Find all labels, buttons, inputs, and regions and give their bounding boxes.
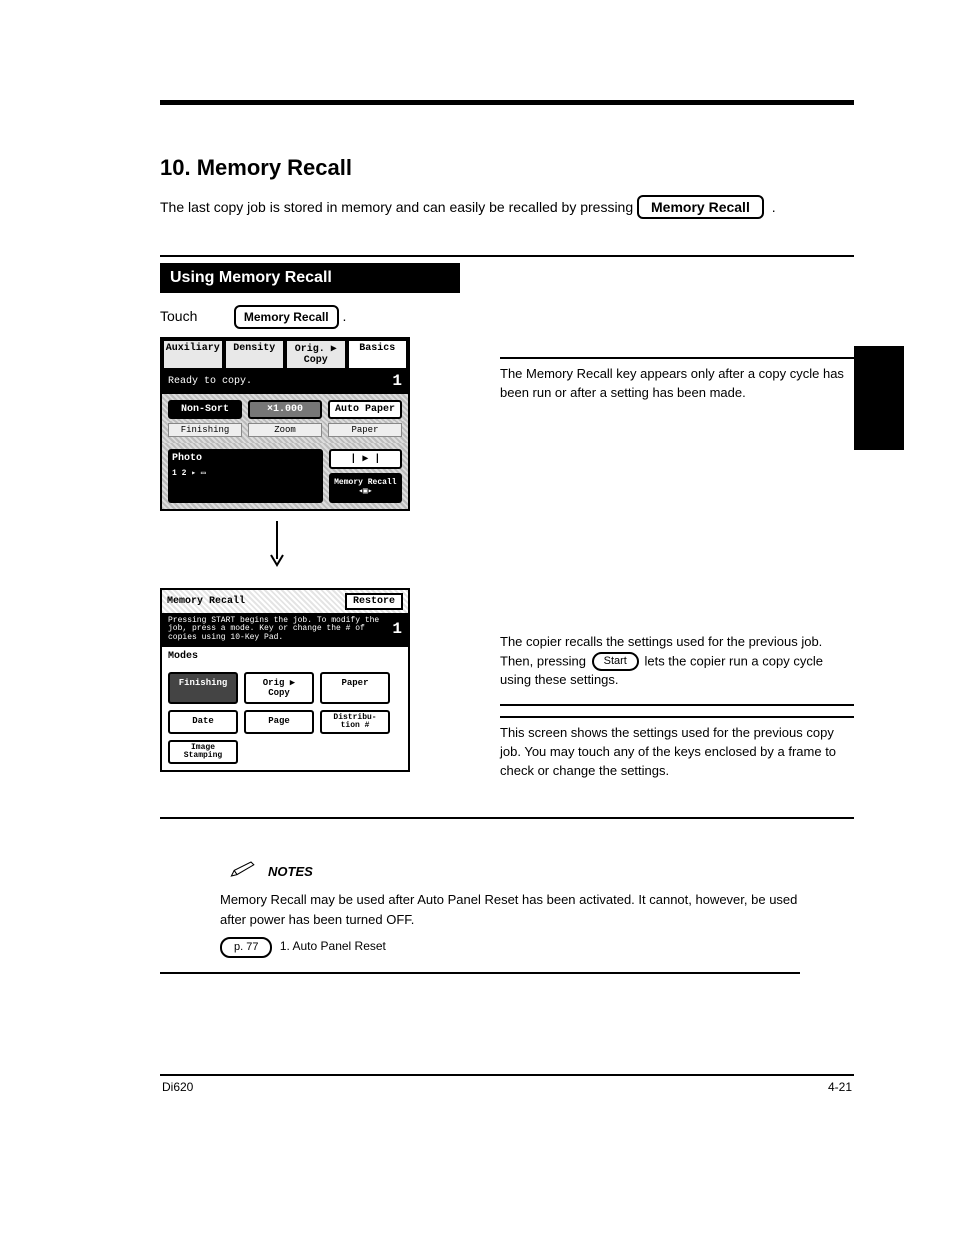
chapter-subtitle-suffix: .: [772, 199, 776, 215]
notes-bottom-rule: [160, 972, 800, 974]
label-finishing[interactable]: Finishing: [168, 423, 242, 437]
memory-recall-screen-screenshot: Memory Recall Restore Pressing START beg…: [160, 588, 410, 772]
footer-page: 4-21: [828, 1080, 852, 1094]
arrow-pill[interactable]: | ▶ |: [329, 449, 402, 469]
modes-header: Modes: [162, 647, 408, 666]
chapter-subtitle-prefix: The last copy job is stored in memory an…: [160, 199, 637, 215]
memory-recall-touch-button[interactable]: Memory Recall: [234, 305, 339, 329]
basics-screen-screenshot: Auxiliary Density Orig. ▶ Copy Basics Re…: [160, 337, 410, 511]
mr-instruction: Pressing START begins the job. To modify…: [168, 617, 392, 643]
restore-button[interactable]: Restore: [345, 593, 403, 610]
mr-count: 1: [392, 621, 402, 639]
tab-density[interactable]: Density: [224, 339, 286, 368]
mode-orig-copy[interactable]: Orig ▶ Copy: [244, 672, 314, 704]
touch-period: .: [342, 308, 346, 324]
page-ref-button: p. 77: [220, 937, 272, 958]
mode-date[interactable]: Date: [168, 710, 238, 734]
photo-mini-icons: 1 2 ▸ ▭: [172, 468, 319, 478]
status-text: Ready to copy.: [168, 376, 252, 387]
mode-finishing[interactable]: Finishing: [168, 672, 238, 704]
notes-ref-text: 1. Auto Panel Reset: [280, 939, 386, 953]
right-para-1: The Memory Recall key appears only after…: [500, 365, 854, 403]
chapter-title: 10. Memory Recall: [160, 155, 854, 181]
memory-recall-key[interactable]: Memory Recall ◂▣▸: [329, 473, 402, 503]
notes-body: Memory Recall may be used after Auto Pan…: [220, 890, 800, 929]
right-para-2a: The copier recalls the settings used for…: [500, 633, 854, 691]
section-header-text: Using Memory Recall: [170, 269, 332, 286]
notes-top-rule: [160, 817, 854, 819]
right-para-3: This screen shows the settings used for …: [500, 724, 854, 781]
chapter-subtitle: The last copy job is stored in memory an…: [160, 195, 854, 219]
mode-page[interactable]: Page: [244, 710, 314, 734]
memory-recall-icon: ◂▣▸: [358, 487, 372, 496]
mr-title: Memory Recall: [167, 596, 245, 607]
tab-auxiliary[interactable]: Auxiliary: [162, 339, 224, 368]
r-rule-3: [500, 716, 854, 718]
pill-autopaper[interactable]: Auto Paper: [328, 400, 402, 419]
section-rule: [160, 255, 854, 257]
status-count: 1: [392, 372, 402, 390]
label-zoom[interactable]: Zoom: [248, 423, 322, 437]
down-arrow-icon: [270, 521, 284, 572]
section-header: Using Memory Recall: [160, 263, 460, 293]
mode-image-stamping[interactable]: Image Stamping: [168, 740, 238, 764]
photo-label: Photo: [172, 453, 202, 464]
touch-label: Touch: [160, 308, 230, 324]
notes-ref: p. 77 1. Auto Panel Reset: [220, 937, 800, 958]
photo-mode-block[interactable]: Photo 1 2 ▸ ▭: [168, 449, 323, 503]
memory-recall-text: Memory Recall: [334, 478, 396, 487]
tab-orig-copy[interactable]: Orig. ▶ Copy: [285, 339, 347, 368]
touch-row: Touch Memory Recall .: [160, 305, 854, 329]
mode-distribution[interactable]: Distribu- tion #: [320, 710, 390, 734]
mode-paper[interactable]: Paper: [320, 672, 390, 704]
pill-zoom-value[interactable]: ×1.000: [248, 400, 322, 419]
memory-recall-button-label[interactable]: Memory Recall: [637, 195, 764, 219]
top-rule: [160, 100, 854, 105]
tab-basics[interactable]: Basics: [347, 339, 409, 368]
footer-model: Di620: [162, 1080, 193, 1094]
start-key-ref: Start: [592, 652, 639, 672]
r-rule-1: [500, 357, 854, 359]
label-paper[interactable]: Paper: [328, 423, 402, 437]
pen-icon: [230, 859, 258, 885]
r-rule-2: [500, 704, 854, 706]
pill-nonsort[interactable]: Non-Sort: [168, 400, 242, 419]
notes-label: NOTES: [268, 862, 313, 882]
